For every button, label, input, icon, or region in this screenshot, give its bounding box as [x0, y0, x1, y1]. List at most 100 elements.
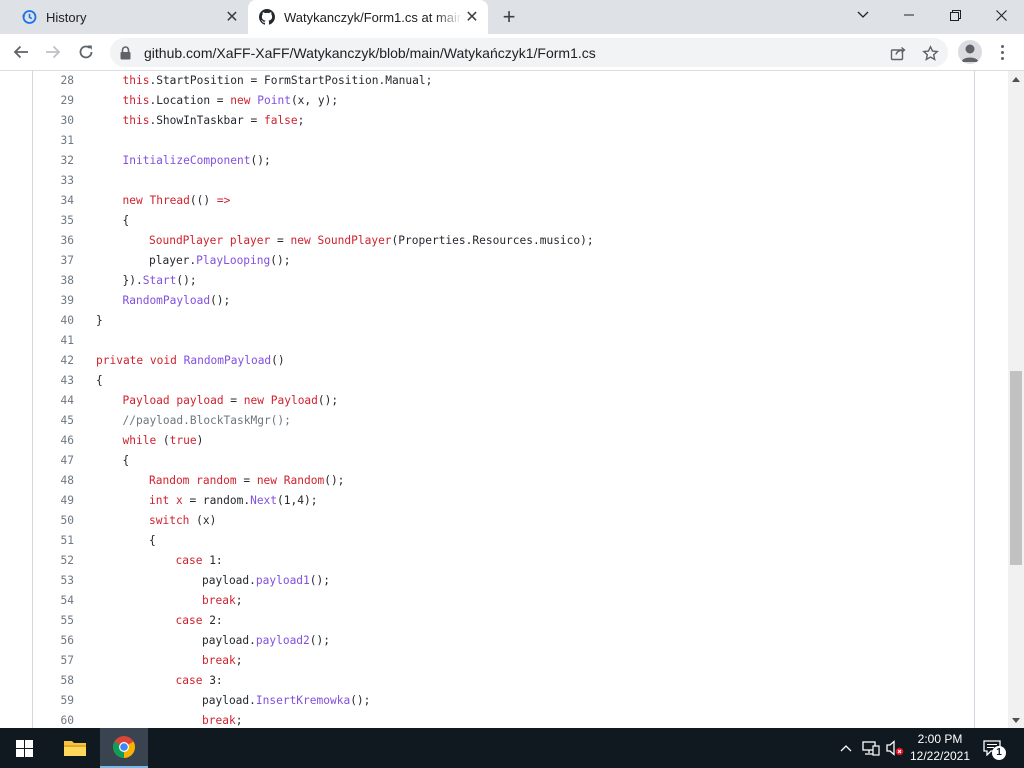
system-clock[interactable]: 2:00 PM 12/22/2021 [904, 731, 976, 765]
code-token: Payload [122, 394, 170, 407]
scrollbar-thumb[interactable] [1010, 371, 1022, 565]
line-number[interactable]: 50 [33, 511, 74, 531]
bookmark-star-icon[interactable] [919, 42, 941, 64]
line-number[interactable]: 49 [33, 491, 74, 511]
new-tab-button[interactable]: + [496, 4, 522, 29]
back-button[interactable] [6, 37, 36, 67]
line-number[interactable]: 47 [33, 451, 74, 471]
line-number[interactable]: 58 [33, 671, 74, 691]
start-button[interactable] [0, 728, 48, 768]
code-text: break; [202, 591, 242, 611]
lock-icon[interactable] [120, 45, 134, 60]
line-number[interactable]: 51 [33, 531, 74, 551]
chrome-taskbar-icon[interactable] [100, 728, 148, 768]
line-number[interactable]: 41 [33, 331, 74, 351]
reload-button[interactable] [71, 37, 101, 67]
code-text: { [123, 451, 130, 471]
code-token: (); [176, 274, 197, 287]
code-text: break; [202, 711, 242, 728]
line-number[interactable]: 42 [33, 351, 74, 371]
line-number[interactable]: 46 [33, 431, 74, 451]
line-number[interactable]: 54 [33, 591, 74, 611]
code-text: InitializeComponent(); [123, 151, 271, 171]
vertical-scrollbar[interactable] [1008, 71, 1024, 728]
line-number[interactable]: 52 [33, 551, 74, 571]
tab-github-form1[interactable]: Watykanczyk/Form1.cs at main · XaFF-XaFF… [248, 0, 488, 34]
tab-history[interactable]: History ✕ [0, 0, 248, 34]
tab-search-chevron-down-icon[interactable] [840, 0, 886, 30]
line-number[interactable]: 36 [33, 231, 74, 251]
code-token: (); [309, 634, 330, 647]
address-bar[interactable]: github.com/XaFF-XaFF/Watykanczyk/blob/ma… [110, 38, 948, 67]
line-number[interactable]: 28 [33, 71, 74, 91]
browser-menu-icon[interactable] [994, 40, 1010, 64]
line-number[interactable]: 44 [33, 391, 74, 411]
code-token: random [196, 474, 237, 487]
code-token: (1,4); [277, 494, 318, 507]
share-icon[interactable] [887, 42, 909, 64]
line-number[interactable]: 33 [33, 171, 74, 191]
code-line: 57 break; [33, 651, 973, 671]
code-token: (); [317, 394, 339, 407]
show-hidden-icons-chevron-up-icon[interactable] [836, 738, 856, 758]
code-token: = random. [182, 494, 251, 507]
code-text: this.StartPosition = FormStartPosition.M… [123, 71, 433, 91]
scroll-down-arrow-icon[interactable] [1008, 712, 1024, 728]
code-token: ( [156, 434, 170, 447]
restore-button[interactable] [932, 0, 978, 30]
file-explorer-icon[interactable] [51, 728, 99, 768]
code-token: (() [189, 194, 217, 207]
line-number[interactable]: 37 [33, 251, 74, 271]
minimize-button[interactable] [886, 0, 932, 30]
tab-title: Watykanczyk/Form1.cs at main · XaFF-XaFF… [284, 9, 462, 25]
notification-count-badge: 1 [992, 746, 1006, 760]
line-number[interactable]: 55 [33, 611, 74, 631]
line-number[interactable]: 35 [33, 211, 74, 231]
line-number[interactable]: 48 [33, 471, 74, 491]
code-token: void [149, 354, 177, 367]
scroll-up-arrow-icon[interactable] [1008, 71, 1024, 87]
code-token: new [243, 394, 264, 407]
code-token: Next [250, 494, 278, 507]
line-number[interactable]: 45 [33, 411, 74, 431]
forward-button[interactable] [38, 37, 68, 67]
line-number[interactable]: 53 [33, 571, 74, 591]
volume-muted-icon[interactable] [885, 738, 905, 758]
line-number[interactable]: 39 [33, 291, 74, 311]
line-number[interactable]: 29 [33, 91, 74, 111]
code-text: this.Location = new Point(x, y); [123, 91, 339, 111]
line-number[interactable]: 57 [33, 651, 74, 671]
line-number[interactable]: 56 [33, 631, 74, 651]
code-token: RandomPayload [183, 354, 272, 367]
close-window-button[interactable] [978, 0, 1024, 30]
code-token: 3: [202, 674, 223, 687]
code-token: new [256, 474, 278, 487]
line-number[interactable]: 30 [33, 111, 74, 131]
notification-center-icon[interactable]: 1 [980, 736, 1006, 760]
code-token: { [122, 214, 130, 227]
close-icon[interactable]: ✕ [222, 7, 242, 27]
line-number[interactable]: 40 [33, 311, 74, 331]
code-token: Payload [270, 394, 318, 407]
code-token: Thread [149, 194, 190, 207]
line-number[interactable]: 34 [33, 191, 74, 211]
line-number[interactable]: 32 [33, 151, 74, 171]
code-token: payload [176, 394, 224, 407]
code-line: 47 { [33, 451, 973, 471]
line-number[interactable]: 38 [33, 271, 74, 291]
network-icon[interactable] [861, 738, 881, 758]
line-number[interactable]: 31 [33, 131, 74, 151]
line-number[interactable]: 43 [33, 371, 74, 391]
code-text: } [96, 311, 103, 331]
code-token: Random [149, 474, 190, 487]
code-token: payload. [202, 634, 256, 647]
code-token: new [122, 194, 143, 207]
code-text: }).Start(); [123, 271, 197, 291]
close-icon[interactable]: ✕ [462, 7, 482, 27]
profile-avatar[interactable] [958, 40, 982, 64]
line-number[interactable]: 59 [33, 691, 74, 711]
line-number[interactable]: 60 [33, 711, 74, 728]
